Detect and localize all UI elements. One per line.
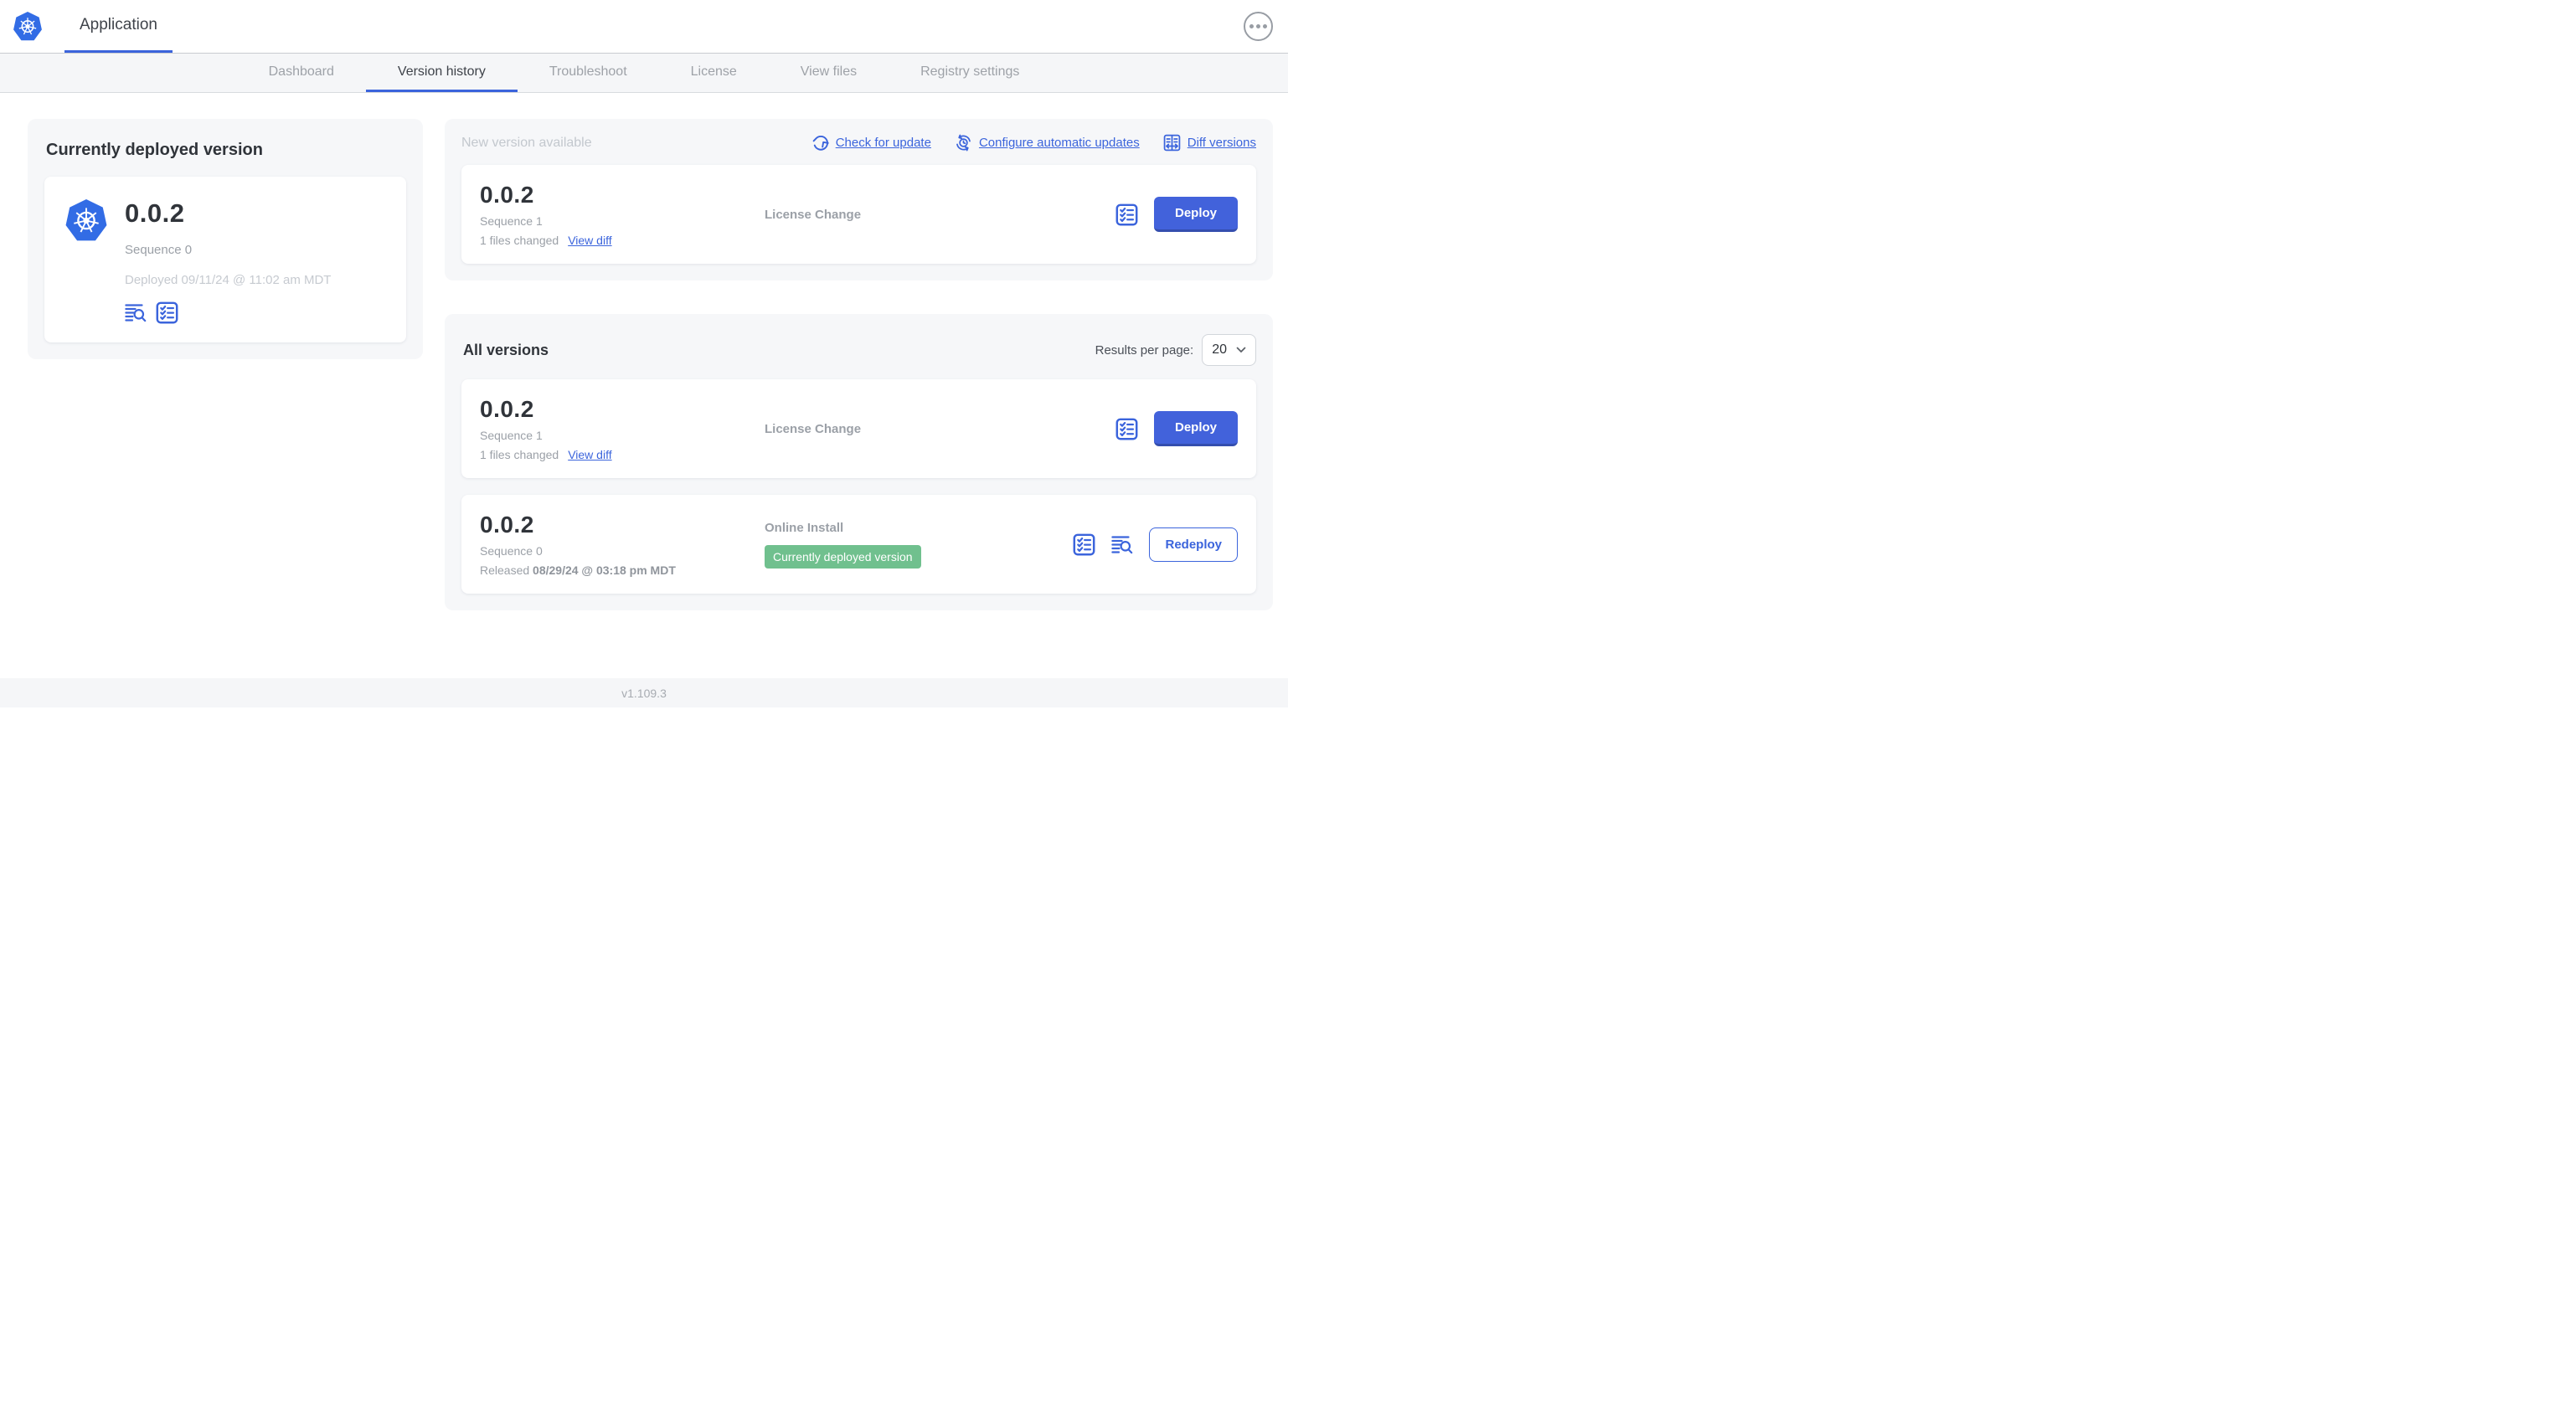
diff-versions-link[interactable]: Diff versions [1163,134,1256,152]
schedule-update-icon [955,134,972,152]
diff-icon [1163,134,1181,152]
version-number: 0.0.2 [480,512,534,538]
files-changed-label: 1 files changed [480,448,559,461]
view-diff-link[interactable]: View diff [568,448,611,461]
deployed-timestamp: Deployed 09/11/24 @ 11:02 am MDT [125,273,332,287]
check-for-update-label: Check for update [835,136,931,150]
new-version-panel: New version available Check for update C… [445,119,1273,280]
version-sequence: Sequence 1 [480,429,543,442]
chevron-down-icon [1236,347,1246,353]
configure-automatic-updates-label: Configure automatic updates [978,136,1140,150]
tab-license[interactable]: License [659,54,769,92]
preflight-checklist-icon[interactable] [1073,533,1095,556]
redeploy-button[interactable]: Redeploy [1149,527,1238,562]
app-subnav: Dashboard Version history Troubleshoot L… [0,54,1288,93]
version-row: 0.0.2 Sequence 1 1 files changed View di… [461,379,1256,478]
deployed-sequence: Sequence 0 [125,243,193,257]
results-per-page-value: 20 [1212,342,1227,357]
deploy-logs-icon[interactable] [1111,534,1133,555]
overflow-menu-button[interactable] [1244,12,1273,41]
deploy-button[interactable]: Deploy [1153,197,1238,232]
results-per-page-label: Results per page: [1095,342,1194,358]
new-version-row: 0.0.2 Sequence 1 1 files changed View di… [461,165,1256,264]
refresh-icon [811,134,829,152]
deploy-button[interactable]: Deploy [1153,411,1238,446]
preflight-checklist-icon[interactable] [156,301,178,324]
app-kubernetes-icon [64,197,108,245]
files-changed-label: 1 files changed [480,234,559,247]
tab-dashboard[interactable]: Dashboard [237,54,366,92]
version-row: 0.0.2 Sequence 0 Released 08/29/24 @ 03:… [461,495,1256,594]
check-for-update-link[interactable]: Check for update [811,134,931,152]
version-source: License Change [765,421,862,436]
deployed-version-card: 0.0.2 Sequence 0 Deployed 09/11/24 @ 11:… [44,177,406,342]
new-version-title: New version available [461,135,592,150]
tab-registry-settings[interactable]: Registry settings [889,54,1051,92]
version-number: 0.0.2 [480,182,534,208]
currently-deployed-title: Currently deployed version [46,141,263,159]
configure-automatic-updates-link[interactable]: Configure automatic updates [955,134,1140,152]
preflight-checklist-icon[interactable] [1115,418,1138,440]
version-source: License Change [765,207,862,222]
main-content: Currently deployed version 0.0.2 Sequenc… [0,93,1288,678]
version-number: 0.0.2 [480,396,534,422]
released-label: Released [480,563,530,577]
footer: v1.109.3 [0,678,1288,708]
results-per-page-select[interactable]: 20 [1202,334,1256,366]
kubernetes-logo-icon [13,10,43,44]
top-bar: Application [0,0,1288,54]
released-timestamp: 08/29/24 @ 03:18 pm MDT [533,563,676,577]
tab-application[interactable]: Application [64,0,173,53]
deploy-logs-icon[interactable] [125,302,147,323]
version-sequence: Sequence 1 [480,214,543,228]
diff-versions-label: Diff versions [1187,136,1256,150]
tab-view-files[interactable]: View files [769,54,889,92]
view-diff-link[interactable]: View diff [568,234,611,247]
tab-version-history[interactable]: Version history [365,54,518,92]
app-tab-label: Application [80,16,157,33]
preflight-checklist-icon[interactable] [1115,203,1138,226]
deployed-version-number: 0.0.2 [125,198,185,228]
console-version: v1.109.3 [621,686,667,700]
version-sequence: Sequence 0 [480,544,543,558]
currently-deployed-panel: Currently deployed version 0.0.2 Sequenc… [28,119,423,359]
all-versions-title: All versions [463,341,549,358]
currently-deployed-badge: Currently deployed version [765,544,921,569]
tab-troubleshoot[interactable]: Troubleshoot [518,54,659,92]
ellipsis-icon [1249,24,1267,28]
all-versions-panel: All versions Results per page: 20 0.0.2 … [445,314,1273,610]
version-source: Online Install [765,520,844,535]
